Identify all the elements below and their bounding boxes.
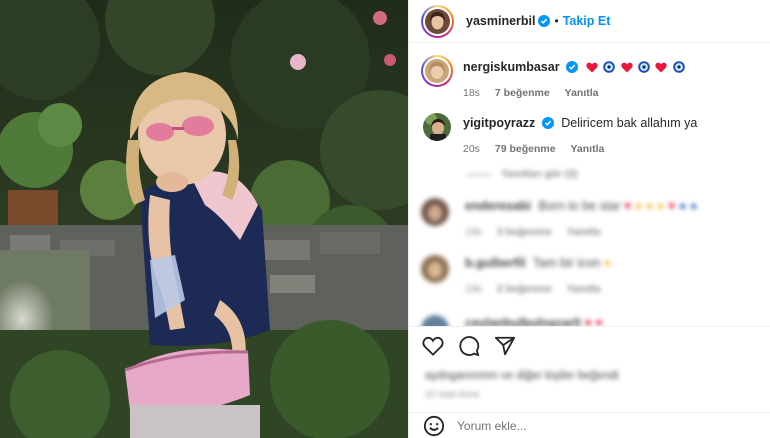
author-avatar-image xyxy=(425,8,450,34)
header-separator: • xyxy=(554,14,559,28)
comment-item: yigitpoyrazz Deliricem bak allahım ya 20… xyxy=(421,113,697,155)
comment-text: Deliricem bak allahım ya xyxy=(561,116,698,130)
red-heart-icon xyxy=(585,62,598,73)
comment-meta: 18s 7 beğenme Yanıtla xyxy=(463,87,687,99)
commenter-avatar[interactable] xyxy=(423,113,451,141)
liked-by-text[interactable]: aydoganmmm ve diğer kişiler beğendi xyxy=(425,370,619,382)
commenter-avatar-image xyxy=(421,255,449,283)
comment-emojis xyxy=(585,60,687,74)
nazar-amulet-icon xyxy=(638,61,650,73)
smile-icon[interactable] xyxy=(423,415,445,437)
comment-input-bar: Yorum ekle... xyxy=(409,412,770,438)
comment-text: Tam bir icon xyxy=(532,256,601,270)
commenter-avatar[interactable] xyxy=(421,198,449,226)
commenter-avatar[interactable] xyxy=(421,255,449,283)
verified-badge-icon xyxy=(538,15,551,27)
post-side-panel: yasminerbil • Takip Et nergiskumbasar 18… xyxy=(408,0,770,438)
comment-button[interactable] xyxy=(457,334,481,358)
post-actions xyxy=(409,326,770,364)
post-photo[interactable] xyxy=(0,0,408,438)
follow-button[interactable]: Takip Et xyxy=(563,14,611,28)
comment-item: nergiskumbasar 18s 7 beğenme Yanıtla xyxy=(421,55,687,99)
share-button[interactable] xyxy=(493,334,517,358)
post-time[interactable]: 10 saat önce xyxy=(425,389,479,400)
comment-username[interactable]: enderesabi xyxy=(465,199,531,213)
nazar-amulet-icon xyxy=(603,61,615,73)
reply-button[interactable]: Yanıtla xyxy=(565,87,599,99)
comment-username[interactable]: yigitpoyrazz xyxy=(463,116,535,130)
post-image xyxy=(0,0,408,438)
commenter-avatar-image xyxy=(425,59,449,83)
comment-likes[interactable]: 7 beğenme xyxy=(495,87,550,99)
verified-badge-icon xyxy=(566,61,579,73)
like-button[interactable] xyxy=(421,334,445,358)
nazar-amulet-icon xyxy=(673,61,685,73)
comment-text: Born to be star xyxy=(538,199,621,213)
commenter-avatar[interactable] xyxy=(421,55,453,87)
author-avatar[interactable] xyxy=(421,4,454,38)
view-replies[interactable]: Yanıtları gör (3) xyxy=(467,168,577,180)
comment-likes[interactable]: 79 beğenme xyxy=(495,143,556,155)
comment-item: b.gulberfil Tam bir icon ● 19s 2 beğenme… xyxy=(421,255,613,295)
comment-input[interactable]: Yorum ekle... xyxy=(457,419,527,433)
share-icon xyxy=(494,336,516,355)
comment-time[interactable]: 20s xyxy=(463,143,480,155)
comment-item: ceylanbulbulnazarli ♥ ♥ xyxy=(421,315,603,326)
comment-username[interactable]: b.gulberfil xyxy=(465,256,525,270)
commenter-avatar-image xyxy=(423,113,451,141)
heart-icon xyxy=(422,336,444,356)
comment-username[interactable]: nergiskumbasar xyxy=(463,60,560,74)
comment-icon xyxy=(459,335,480,356)
red-heart-icon xyxy=(655,62,668,73)
post-header: yasminerbil • Takip Et xyxy=(409,0,770,43)
comments-list[interactable]: nergiskumbasar 18s 7 beğenme Yanıtla yig… xyxy=(409,43,770,326)
red-heart-icon xyxy=(620,62,633,73)
comment-meta: 20s 79 beğenme Yanıtla xyxy=(463,143,697,155)
verified-badge-icon xyxy=(541,117,554,129)
commenter-avatar-image xyxy=(421,198,449,226)
comment-time[interactable]: 18s xyxy=(463,87,480,99)
author-username[interactable]: yasminerbil xyxy=(466,14,535,28)
comment-item: enderesabi Born to be star ♥ ● ● ● ♥ ● ●… xyxy=(421,198,697,238)
commenter-avatar[interactable] xyxy=(421,315,449,326)
reply-button[interactable]: Yanıtla xyxy=(570,143,604,155)
